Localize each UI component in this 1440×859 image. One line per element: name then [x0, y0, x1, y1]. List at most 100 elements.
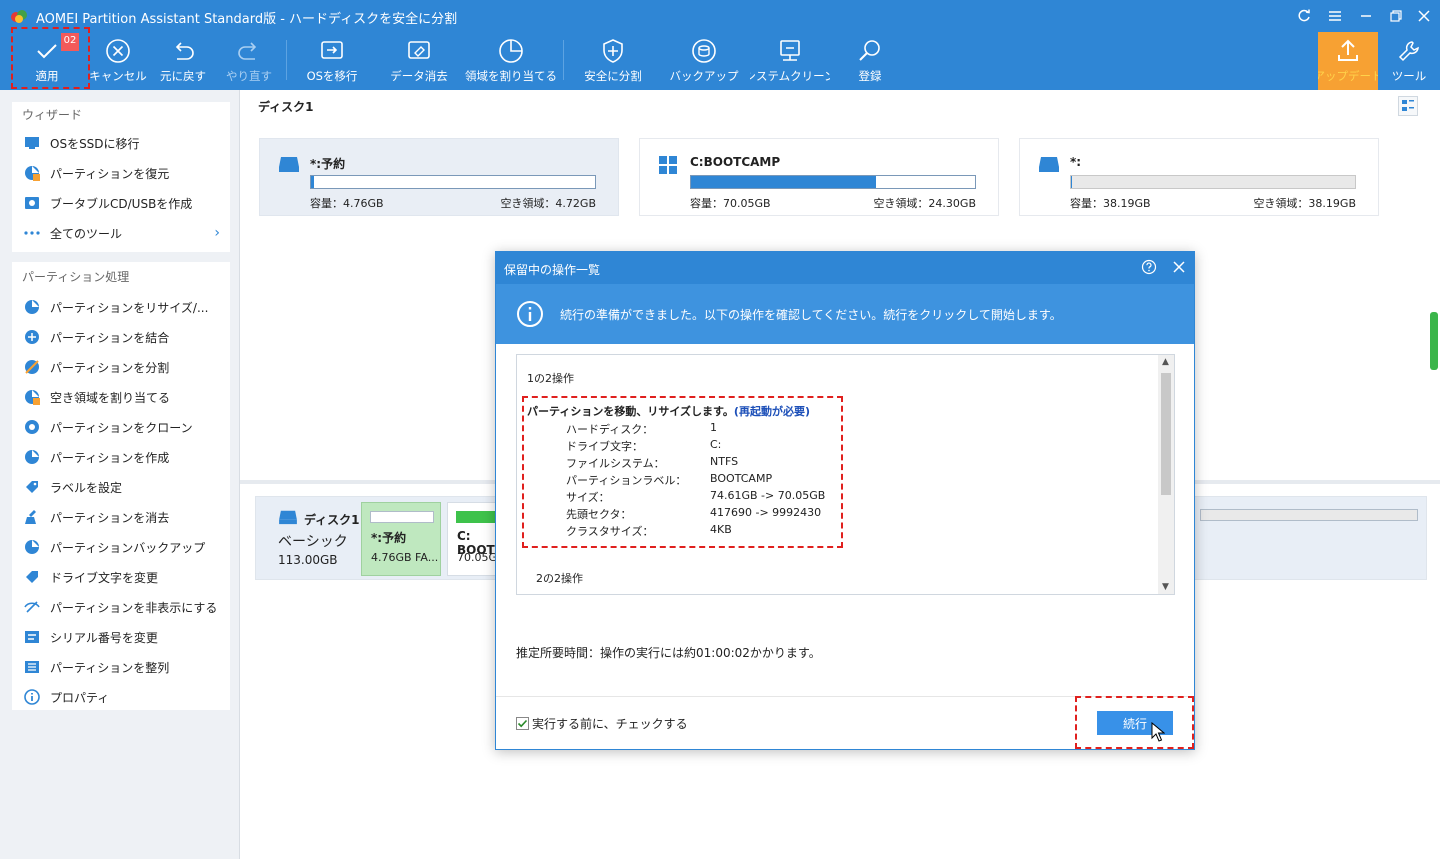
allocate-icon: [24, 389, 40, 405]
sidebar-item-create[interactable]: パーティションを作成: [12, 442, 230, 472]
partition-card-unallocated[interactable]: *: 容量：38.19GB 空き領域：38.19GB: [1019, 138, 1379, 216]
sidebar-item-set-label[interactable]: ラベルを設定: [12, 472, 230, 502]
chevron-right-icon: ›: [214, 225, 220, 241]
partition-name: *:: [1070, 155, 1082, 169]
sidebar-item-allocate[interactable]: 空き領域を割り当てる: [12, 382, 230, 412]
sidebar-item-label: 全てのツール: [50, 226, 123, 241]
backup-button[interactable]: バックアップ: [666, 32, 742, 90]
operations-list[interactable]: 1の2操作 パーティションを移動、リサイズします。(再起動が必要) ハードディス…: [516, 354, 1175, 595]
sidebar-item-bootable-media[interactable]: ブータブルCD/USBを作成: [12, 188, 230, 218]
mini-partition-reserved[interactable]: *:予約 4.76GB FA...: [361, 502, 441, 576]
eraser-icon: [408, 41, 430, 59]
menu-icon[interactable]: [1325, 6, 1345, 26]
sidebar-item-serial[interactable]: シリアル番号を変更: [12, 622, 230, 652]
disk-title: ディスク1: [258, 100, 314, 114]
allocate-space-button[interactable]: 領域を割り当てる: [463, 32, 559, 90]
partition-card-reserved[interactable]: *:予約 容量：4.76GB 空き領域：4.72GB: [259, 138, 619, 216]
scrollbar-thumb[interactable]: [1430, 312, 1438, 370]
drive-icon: [1039, 157, 1059, 172]
undo-button[interactable]: 元に戻す: [152, 32, 214, 90]
view-toggle-icon[interactable]: [1398, 96, 1418, 116]
restart-required-note: (再起動が必要): [733, 405, 810, 418]
system-clean-button[interactable]: システムクリーン: [750, 32, 830, 90]
partition-card-bootcamp[interactable]: C:BOOTCAMP 容量：70.05GB 空き領域：24.30GB: [639, 138, 999, 216]
sidebar-item-all-tools[interactable]: 全てのツール ›: [12, 218, 230, 248]
list-scroll-thumb[interactable]: [1161, 373, 1171, 495]
sidebar-item-properties[interactable]: プロパティ: [12, 682, 230, 712]
sidebar-item-label: パーティションをクローン: [50, 420, 193, 435]
bootable-media-icon: [24, 195, 40, 211]
scroll-down-icon[interactable]: ▼: [1162, 582, 1169, 592]
sidebar-item-label: パーティションを結合: [50, 330, 170, 345]
wipe-data-button[interactable]: データ消去: [384, 32, 454, 90]
help-icon[interactable]: [1141, 259, 1157, 278]
drive-letter-icon: [24, 569, 40, 585]
usage-fill: [311, 176, 314, 188]
operation-1-title-text: パーティションを移動、リサイズします。: [527, 405, 734, 418]
op-row-value: C:: [710, 438, 722, 451]
close-window-icon[interactable]: [1414, 6, 1434, 26]
update-button[interactable]: アップデート: [1318, 32, 1378, 90]
clone-icon: [24, 419, 40, 435]
sidebar-item-merge[interactable]: パーティションを結合: [12, 322, 230, 352]
sidebar-item-restore-partition[interactable]: パーティションを復元: [12, 158, 230, 188]
sidebar-item-label: パーティションを復元: [50, 166, 170, 181]
safe-split-button[interactable]: 安全に分割: [578, 32, 648, 90]
partition-capacity: 容量：4.76GB: [310, 197, 384, 210]
info-icon: [517, 301, 543, 327]
sidebar-item-align[interactable]: パーティションを整列: [12, 652, 230, 682]
close-icon[interactable]: [1172, 260, 1186, 277]
sidebar-item-label: ドライブ文字を変更: [50, 570, 159, 585]
backup-icon: [24, 539, 40, 555]
op-row-value: NTFS: [710, 455, 739, 468]
backup-label: バックアップ: [669, 69, 739, 83]
sidebar-item-label: パーティションを分割: [50, 360, 170, 375]
sidebar-item-drive-letter[interactable]: ドライブ文字を変更: [12, 562, 230, 592]
sidebar-item-label: パーティションをリサイズ/...: [50, 300, 209, 315]
checkbox-checked-icon: [516, 717, 529, 730]
wizard-panel: ウィザード OSをSSDに移行 パーティションを復元 ブータブルCD/USBを作…: [12, 102, 230, 252]
op-row-value: 4KB: [710, 523, 732, 536]
title-bar: AOMEI Partition Assistant Standard版 - ハー…: [0, 0, 1440, 32]
op-row-label: クラスタサイズ：: [566, 525, 654, 538]
restore-icon: [24, 165, 40, 181]
sidebar-item-wipe[interactable]: パーティションを消去: [12, 502, 230, 532]
restore-window-icon[interactable]: [1386, 6, 1406, 26]
sidebar-item-clone[interactable]: パーティションをクローン: [12, 412, 230, 442]
sidebar-item-backup[interactable]: パーティションバックアップ: [12, 532, 230, 562]
op-row-value: BOOTCAMP: [710, 472, 773, 485]
disk-icon: [279, 510, 297, 525]
sidebar-item-label: シリアル番号を変更: [50, 630, 158, 645]
wipe-icon: [24, 509, 40, 525]
system-clean-label: システムクリーン: [750, 69, 830, 83]
undo-label: 元に戻す: [160, 69, 206, 83]
partition-panel: パーティション処理 パーティションをリサイズ/... パーティションを結合 パー…: [12, 262, 230, 710]
migrate-os-button[interactable]: OSを移行: [300, 32, 364, 90]
sidebar-item-split[interactable]: パーティションを分割: [12, 352, 230, 382]
align-icon: [24, 659, 40, 675]
sidebar-item-hide[interactable]: パーティションを非表示にする: [12, 592, 230, 622]
op-row-label: ドライブ文字：: [566, 440, 643, 453]
op-row-value: 1: [710, 421, 717, 434]
pending-operations-dialog: 保留中の操作一覧 続行の準備ができました。以下の操作を確認してください。続行をク…: [495, 251, 1195, 750]
cancel-button[interactable]: キャンセル: [86, 32, 150, 90]
refresh-icon[interactable]: [1294, 6, 1314, 26]
sidebar-item-resize[interactable]: パーティションをリサイズ/...: [12, 292, 230, 322]
op-row-label: ファイルシステム：: [566, 457, 665, 470]
minimize-icon[interactable]: [1356, 6, 1376, 26]
update-arrow-icon: [1338, 39, 1358, 61]
operation-2-header: 2の2操作: [536, 572, 583, 585]
redo-button[interactable]: やり直す: [218, 32, 280, 90]
info-icon: [24, 689, 40, 705]
sidebar-item-migrate-os[interactable]: OSをSSDに移行: [12, 128, 230, 158]
check-before-run-checkbox[interactable]: 実行する前に、チェックする: [516, 715, 688, 732]
disk-map-name: ディスク1: [304, 513, 360, 527]
migrate-os-label: OSを移行: [306, 69, 358, 83]
search-icon: [859, 40, 880, 61]
serial-icon: [24, 629, 40, 645]
tools-button[interactable]: ツール: [1382, 32, 1436, 90]
register-button[interactable]: 登録: [845, 32, 895, 90]
scroll-up-icon[interactable]: ▲: [1162, 357, 1169, 367]
op-row-label: ハードディスク：: [566, 423, 654, 436]
checkbox-label: 実行する前に、チェックする: [532, 717, 688, 731]
